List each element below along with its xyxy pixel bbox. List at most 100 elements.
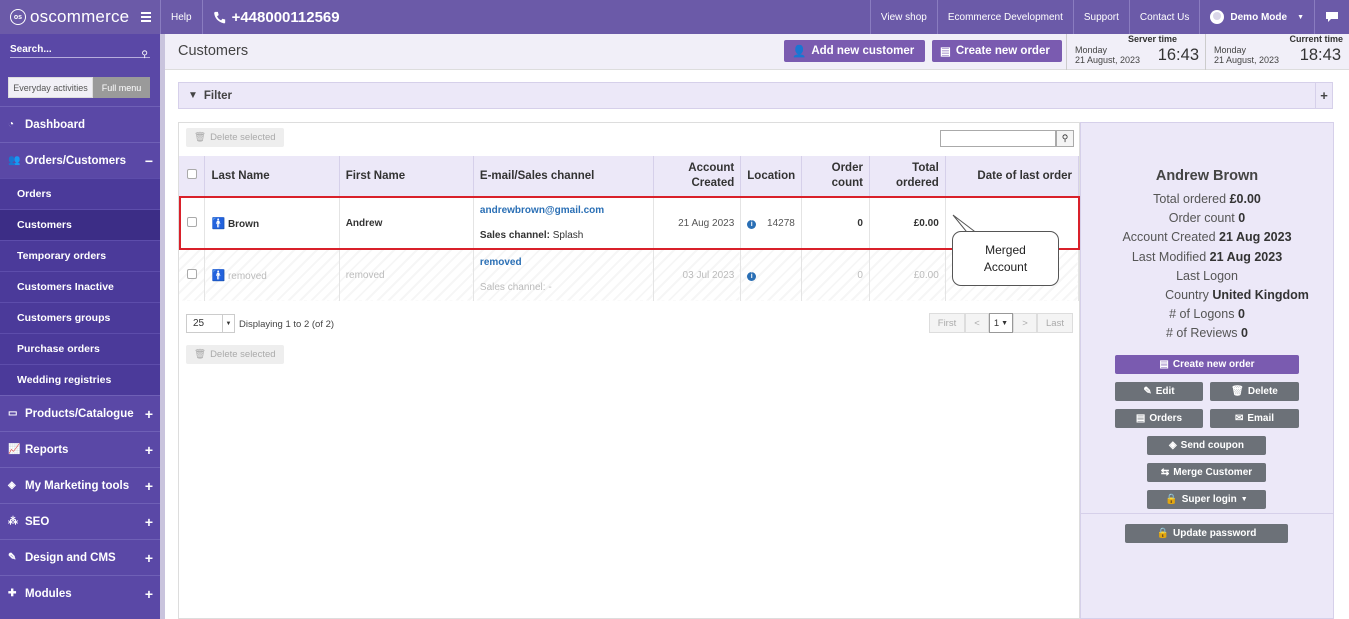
button-label: Create new order (1172, 359, 1255, 370)
sidebar-item-design-cms[interactable]: ✎ Design and CMS + (0, 539, 160, 575)
search-icon[interactable]: ⚲ (141, 49, 148, 60)
user-menu[interactable]: Demo Mode ▼ (1200, 0, 1314, 34)
edit-button[interactable]: ✎ Edit (1115, 382, 1203, 401)
sidebar-scrollbar[interactable] (160, 34, 165, 619)
order-count-cell: 0 (801, 196, 870, 249)
detail-order-count: Order count 0 (1081, 211, 1333, 225)
sidebar-subitem-customers-inactive[interactable]: Customers Inactive (0, 271, 160, 302)
expand-icon[interactable]: + (145, 550, 153, 566)
full-menu-button[interactable]: Full menu (93, 77, 150, 98)
sidebar-subitem-temporary-orders[interactable]: Temporary orders (0, 240, 160, 271)
row-checkbox[interactable] (186, 216, 197, 227)
phone-text: +448000112569 (231, 8, 340, 26)
info-icon[interactable]: i (747, 271, 757, 281)
last-page-button[interactable]: Last (1037, 313, 1073, 333)
top-nav: View shop Ecommerce Development Support … (869, 0, 1349, 34)
send-coupon-button[interactable]: ◈ Send coupon (1147, 436, 1266, 455)
column-header-order-count[interactable]: Order count (801, 156, 870, 197)
button-label: Delete (1247, 386, 1278, 397)
column-header-date-last-order[interactable]: Date of last order (945, 156, 1080, 197)
server-time-day: Monday 21 August, 2023 (1075, 45, 1140, 65)
expand-icon[interactable]: + (145, 442, 153, 458)
sidebar-subitem-customers-groups[interactable]: Customers groups (0, 302, 160, 333)
per-page-select[interactable]: 25 ▼ (186, 314, 235, 333)
help-link[interactable]: Help (161, 0, 202, 34)
sitemap-icon: ⁂ (8, 516, 18, 527)
expand-icon[interactable]: + (145, 478, 153, 494)
sidebar-subitem-customers[interactable]: Customers (0, 209, 160, 240)
trash-icon: 🗑 (1231, 386, 1244, 397)
chat-icon[interactable] (1315, 0, 1349, 34)
sidebar-item-orders-customers[interactable]: 👥 Orders/Customers − (0, 142, 160, 178)
sidebar-item-modules[interactable]: ✚ Modules + (0, 575, 160, 611)
orders-button[interactable]: ▤ Orders (1115, 409, 1203, 428)
day: Monday (1075, 45, 1108, 55)
detail-last-modified: Last Modified 21 Aug 2023 (1081, 250, 1333, 264)
users-icon: 👥 (8, 155, 21, 166)
delete-selected-button-bottom[interactable]: 🗑 Delete selected (186, 345, 284, 364)
button-label: Send coupon (1180, 440, 1245, 451)
merge-customer-button[interactable]: ⇆ Merge Customer (1147, 463, 1266, 482)
logo-icon: os (10, 9, 26, 25)
column-header-email[interactable]: E-mail/Sales channel (473, 156, 654, 197)
phone-number[interactable]: +448000112569 (203, 0, 350, 34)
super-login-button[interactable]: 🔒 Super login ▼ (1147, 490, 1266, 509)
view-shop-link[interactable]: View shop (871, 0, 937, 34)
everyday-activities-button[interactable]: Everyday activities (8, 77, 93, 98)
button-label: Delete selected (210, 349, 276, 360)
filter-bar[interactable]: ▼ Filter + (178, 82, 1333, 109)
search-icon[interactable]: ⚲ (1056, 130, 1074, 147)
sidebar-item-reports[interactable]: 📈 Reports + (0, 431, 160, 467)
contact-us-link[interactable]: Contact Us (1130, 0, 1199, 34)
expand-icon[interactable]: + (145, 514, 153, 530)
sidebar-item-products-catalogue[interactable]: ▭ Products/Catalogue + (0, 395, 160, 431)
detail-reviews: # of Reviews 0 (1081, 326, 1333, 340)
expand-icon[interactable]: + (145, 406, 153, 422)
collapse-icon[interactable]: − (145, 153, 153, 169)
select-all-checkbox[interactable] (186, 168, 197, 179)
next-page-button[interactable]: > (1013, 313, 1037, 333)
first-page-button[interactable]: First (929, 313, 965, 333)
hamburger-menu-icon[interactable] (141, 0, 153, 34)
sidebar-search-input[interactable] (10, 42, 150, 58)
column-header-total-ordered[interactable]: Total ordered (869, 156, 946, 197)
detail-value: 0 (1238, 211, 1246, 225)
support-link[interactable]: Support (1074, 0, 1129, 34)
sidebar-subitem-wedding-registries[interactable]: Wedding registries (0, 364, 160, 395)
logo[interactable]: os oscommerce (0, 0, 160, 34)
merged-account-callout: Merged Account (952, 231, 1059, 286)
ecommerce-development-link[interactable]: Ecommerce Development (938, 0, 1073, 34)
sidebar-item-seo[interactable]: ⁂ SEO + (0, 503, 160, 539)
table-row[interactable]: 🚹 removed removed removed Sales channel:… (179, 248, 1080, 301)
email-link[interactable]: andrewbrown@gmail.com (480, 205, 647, 216)
email-button[interactable]: ✉ Email (1210, 409, 1299, 428)
expand-filter-icon[interactable]: + (1315, 83, 1332, 108)
create-new-order-button[interactable]: ▤ Create new order (932, 40, 1062, 62)
envelope-icon: ✉ (1234, 413, 1244, 424)
email-link[interactable]: removed (480, 257, 647, 268)
delete-button[interactable]: 🗑 Delete (1210, 382, 1299, 401)
column-header-location[interactable]: Location (740, 156, 803, 197)
expand-icon[interactable]: + (145, 586, 153, 602)
prev-page-button[interactable]: < (965, 313, 989, 333)
table-row[interactable]: 🚹 Brown Andrew andrewbrown@gmail.com Sal… (179, 196, 1080, 249)
delete-selected-button[interactable]: 🗑 Delete selected (186, 128, 284, 147)
sidebar-subitem-orders[interactable]: Orders (0, 178, 160, 209)
update-password-button[interactable]: 🔒 Update password (1125, 524, 1288, 543)
table-search-input[interactable] (940, 130, 1056, 147)
row-checkbox[interactable] (186, 268, 197, 279)
per-page-value: 25 (193, 318, 205, 329)
account-created-cell: 21 Aug 2023 (653, 196, 742, 249)
column-header-last-name[interactable]: Last Name (204, 156, 340, 197)
sidebar-item-dashboard[interactable]: ◔ Dashboard (0, 106, 160, 142)
sidebar-item-marketing-tools[interactable]: ◈ My Marketing tools + (0, 467, 160, 503)
page-select[interactable]: 1 ▼ (989, 313, 1013, 333)
create-new-order-detail-button[interactable]: ▤ Create new order (1115, 355, 1299, 374)
column-header-first-name[interactable]: First Name (339, 156, 474, 197)
add-new-customer-button[interactable]: 👤 Add new customer (784, 40, 925, 62)
info-icon[interactable]: i (747, 219, 757, 229)
sales-channel: Sales channel: - (480, 282, 647, 293)
row-select-cell (179, 248, 206, 301)
column-header-account-created[interactable]: Account Created (653, 156, 742, 197)
sidebar-subitem-purchase-orders[interactable]: Purchase orders (0, 333, 160, 364)
